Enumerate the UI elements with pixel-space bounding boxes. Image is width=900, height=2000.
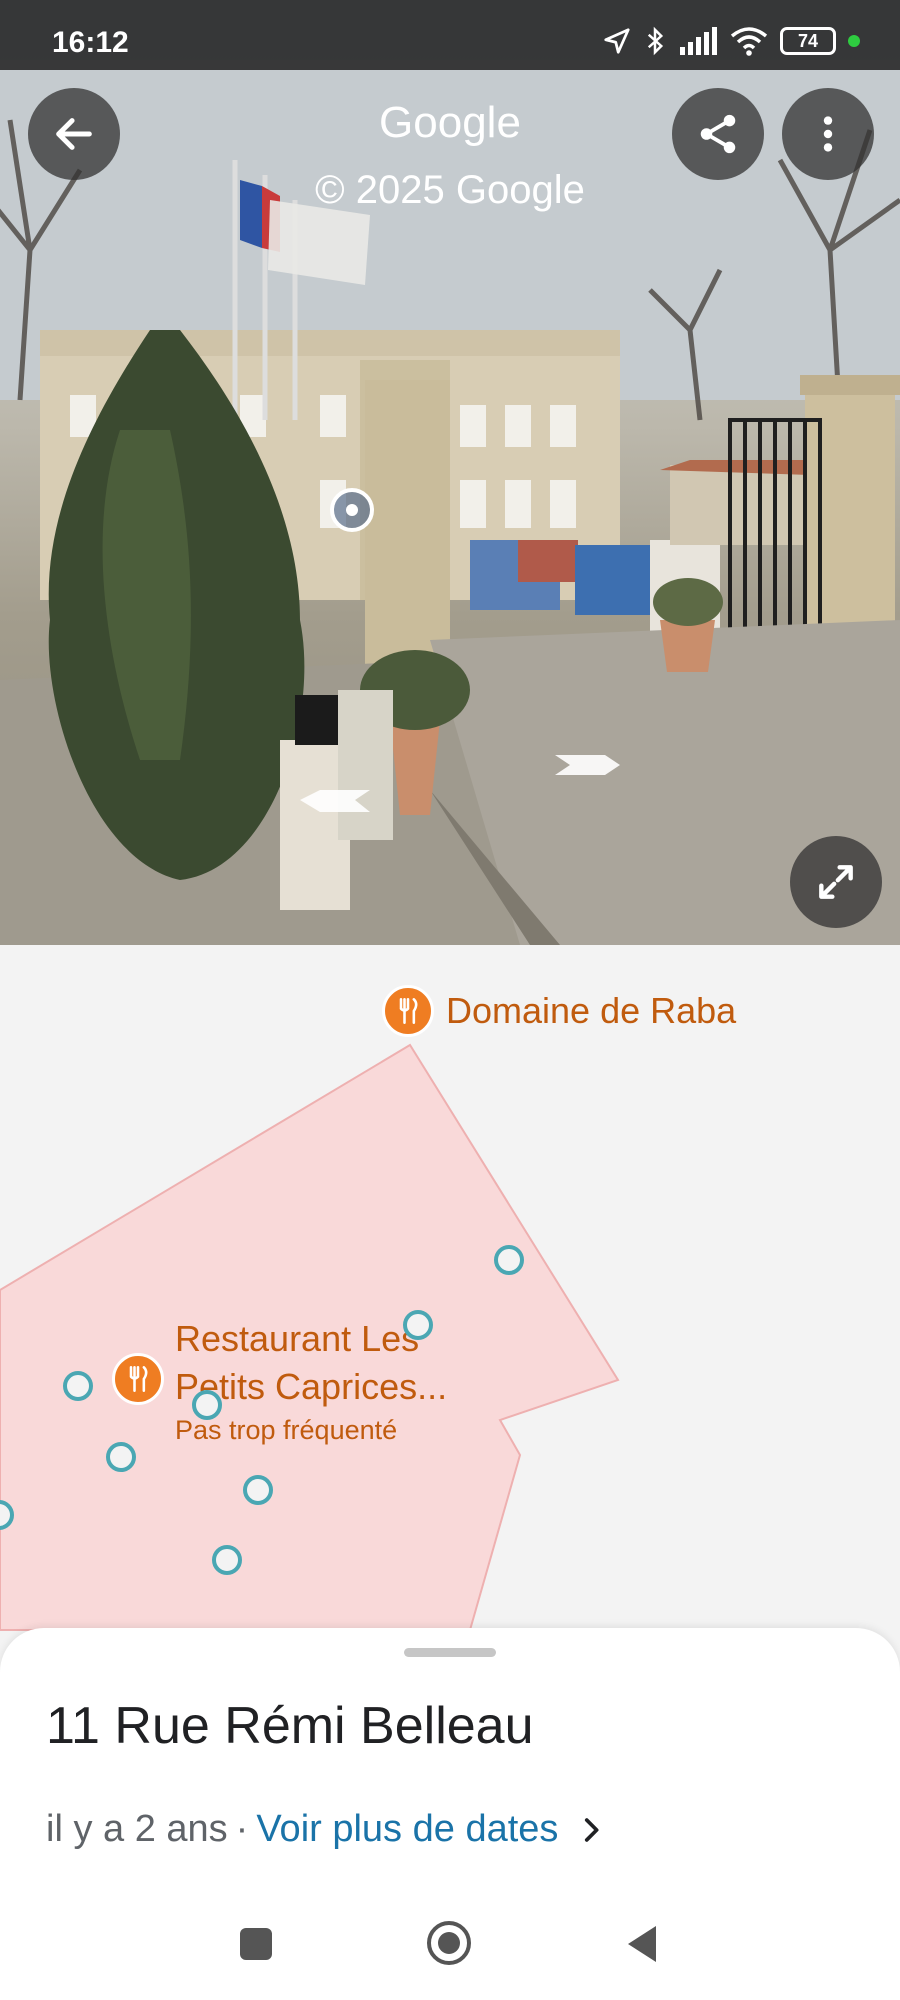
address-title: 11 Rue Rémi Belleau [46, 1697, 534, 1755]
street-view-image[interactable]: 16:12 74 Google © 2025 Google [0, 0, 900, 945]
transit-stop-marker[interactable] [212, 1545, 242, 1575]
privacy-indicator [848, 35, 860, 47]
more-options-button[interactable] [782, 88, 874, 180]
system-navigation-bar [0, 1898, 900, 2000]
copyright-label: © 2025 Google [315, 168, 585, 212]
back-nav-button[interactable] [622, 1922, 662, 1966]
poi-marker-restaurant-les-petits-caprices[interactable] [112, 1353, 164, 1405]
expand-icon [819, 865, 853, 899]
transit-stop-marker[interactable] [403, 1310, 433, 1340]
battery-indicator: 74 [780, 27, 836, 55]
imagery-date: il y a 2 ans [46, 1808, 228, 1850]
transit-stop-marker[interactable] [243, 1475, 273, 1505]
location-icon [604, 28, 630, 54]
share-icon [700, 114, 736, 154]
transit-stop-marker[interactable] [106, 1442, 136, 1472]
recents-button[interactable] [236, 1924, 276, 1964]
more-vert-icon [823, 116, 833, 152]
fullscreen-button[interactable] [790, 836, 882, 928]
transit-stop-marker[interactable] [494, 1245, 524, 1275]
poi-marker-domaine-de-raba[interactable] [382, 985, 434, 1037]
imagery-date-row: il y a 2 ans · Voir plus de dates [46, 1808, 608, 1851]
page-title: Google [379, 98, 521, 147]
status-icons: 74 [602, 24, 860, 58]
poi-label-domaine-de-raba[interactable]: Domaine de Raba [446, 987, 736, 1035]
share-button[interactable] [672, 88, 764, 180]
drag-handle[interactable] [404, 1648, 496, 1657]
screen: 16:12 74 Google © 2025 Google Domaine de… [0, 0, 900, 2000]
home-button[interactable] [424, 1918, 474, 1968]
more-dates-link[interactable]: Voir plus de dates [256, 1808, 558, 1851]
restaurant-icon [399, 998, 418, 1024]
bottom-sheet[interactable]: 11 Rue Rémi Belleau il y a 2 ans · Voir … [0, 1628, 900, 2000]
separator-dot: · [235, 1808, 249, 1850]
poi-label-line-1[interactable]: Restaurant Les [175, 1315, 419, 1363]
wifi-icon [730, 27, 768, 56]
status-bar: 16:12 74 [0, 0, 900, 70]
bluetooth-icon [647, 26, 664, 56]
street-view-position-marker [330, 488, 374, 532]
restaurant-icon [129, 1366, 148, 1392]
transit-stop-marker[interactable] [192, 1390, 222, 1420]
status-time: 16:12 [52, 26, 129, 59]
signal-icon [680, 27, 717, 55]
transit-stop-marker[interactable] [63, 1371, 93, 1401]
chevron-right-icon[interactable] [574, 1813, 608, 1847]
